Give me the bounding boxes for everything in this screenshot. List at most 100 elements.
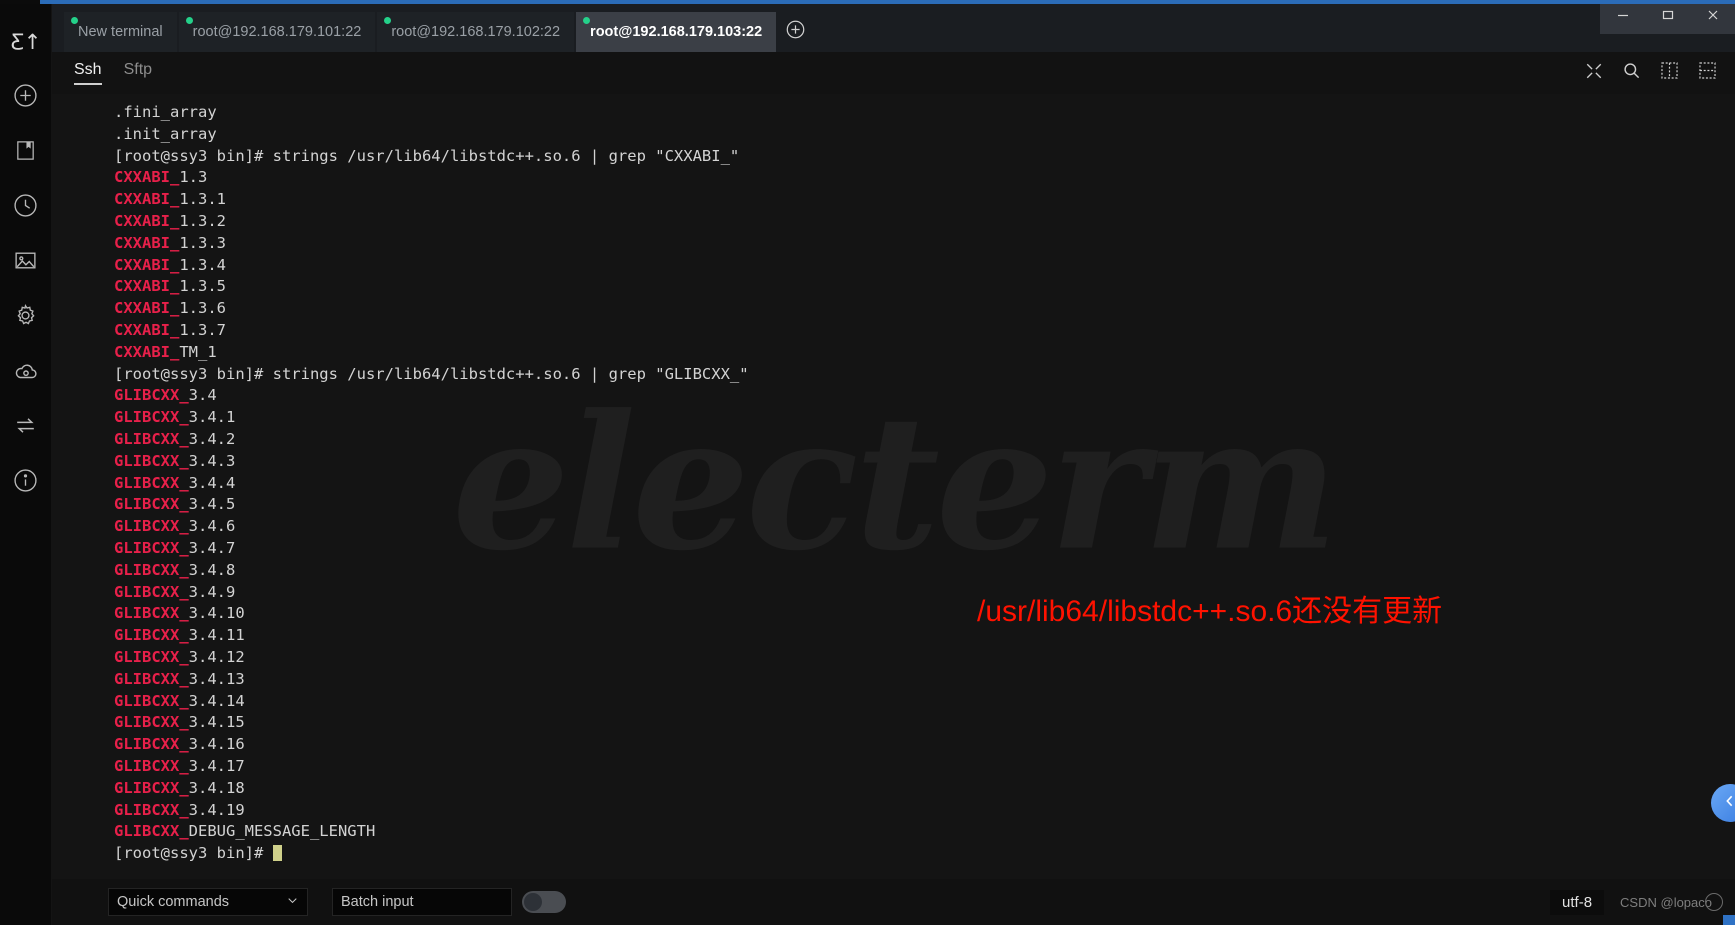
terminal-line: GLIBCXX_3.4.12: [114, 647, 245, 666]
titlebar: New terminal root@192.168.179.101:22 roo…: [52, 0, 1735, 52]
grep-match: GLIBCXX_: [114, 582, 189, 601]
sidebar-item-settings[interactable]: [0, 288, 52, 343]
minimize-icon: [1616, 8, 1630, 27]
batch-input-field[interactable]: Batch input: [332, 888, 512, 916]
minimize-button[interactable]: [1600, 0, 1645, 34]
terminal-line: [root@ssy3 bin]# strings /usr/lib64/libs…: [114, 364, 749, 383]
terminal-line: CXXABI_1.3.3: [114, 233, 226, 252]
terminal-line: [root@ssy3 bin]# strings /usr/lib64/libs…: [114, 146, 740, 165]
tab-label: root@192.168.179.103:22: [590, 24, 763, 40]
clock-icon: [13, 193, 38, 218]
grep-match: GLIBCXX_: [114, 604, 189, 623]
terminal-line: GLIBCXX_3.4.16: [114, 735, 245, 754]
bookmark-icon: [14, 139, 37, 162]
gear-icon: [13, 303, 38, 328]
grep-match: GLIBCXX_: [114, 647, 189, 666]
terminal-line: CXXABI_1.3.2: [114, 211, 226, 230]
bottom-corner-accent: [1723, 915, 1735, 925]
status-dot-icon: [185, 17, 193, 24]
session-type-tabs: Ssh Sftp: [74, 61, 152, 85]
sidebar-item-transfer[interactable]: [0, 398, 52, 453]
grep-match: CXXABI_: [114, 211, 180, 230]
grep-match: CXXABI_: [114, 299, 180, 318]
maximize-button[interactable]: [1645, 0, 1690, 34]
terminal-tab-active[interactable]: root@192.168.179.103:22: [576, 12, 777, 52]
terminal-line: GLIBCXX_3.4.18: [114, 778, 245, 797]
terminal-line: CXXABI_1.3.5: [114, 277, 226, 296]
toggle-knob: [524, 893, 542, 911]
sidebar-item-theme[interactable]: [0, 233, 52, 288]
main-row: Ƹ↑ New terminal root@192.168.179.101:22 …: [0, 0, 1735, 925]
quick-commands-label: Quick commands: [117, 894, 230, 910]
terminal-line: CXXABI_1.3.6: [114, 299, 226, 318]
encoding-selector[interactable]: utf-8: [1550, 889, 1605, 915]
grep-match: GLIBCXX_: [114, 669, 189, 688]
terminal-tab[interactable]: root@192.168.179.101:22: [178, 12, 376, 52]
grep-match: CXXABI_: [114, 342, 180, 361]
cloud-icon: [13, 358, 39, 384]
terminal-line: GLIBCXX_3.4.3: [114, 451, 236, 470]
terminal-tab[interactable]: root@192.168.179.102:22: [377, 12, 575, 52]
batch-input-placeholder: Batch input: [341, 894, 414, 910]
terminal-line: GLIBCXX_3.4.6: [114, 517, 236, 536]
terminal-line: [root@ssy3 bin]#: [114, 843, 1735, 865]
terminal-line: GLIBCXX_3.4.13: [114, 669, 245, 688]
terminal-line: GLIBCXX_3.4.5: [114, 495, 236, 514]
terminal-line: GLIBCXX_3.4.19: [114, 800, 245, 819]
sidebar-item-bookmarks[interactable]: [0, 123, 52, 178]
terminal-line: GLIBCXX_3.4.14: [114, 691, 245, 710]
grep-match: GLIBCXX_: [114, 408, 189, 427]
chevron-down-icon: [286, 894, 299, 911]
grep-match: GLIBCXX_: [114, 756, 189, 775]
grep-match: GLIBCXX_: [114, 538, 189, 557]
window-controls: [1600, 0, 1735, 34]
split-horizontal-button[interactable]: [1698, 61, 1717, 85]
plus-circle-icon: [785, 19, 806, 45]
grep-match: GLIBCXX_: [114, 495, 189, 514]
plus-circle-icon: [13, 83, 38, 108]
sidebar-item-about[interactable]: [0, 453, 52, 508]
grep-match: GLIBCXX_: [114, 735, 189, 754]
terminal-line: CXXABI_1.3.4: [114, 255, 226, 274]
grep-match: GLIBCXX_: [114, 386, 189, 405]
tab-ssh[interactable]: Ssh: [74, 61, 102, 85]
electerm-window: Ƹ↑ New terminal root@192.168.179.101:22 …: [0, 0, 1735, 925]
tab-strip: New terminal root@192.168.179.101:22 roo…: [52, 8, 812, 52]
batch-input-toggle[interactable]: [522, 891, 566, 913]
transfer-icon: [13, 413, 38, 438]
terminal-output[interactable]: .fini_array .init_array [root@ssy3 bin]# s…: [52, 94, 1735, 865]
terminal-line: GLIBCXX_3.4.7: [114, 538, 236, 557]
terminal-line: .init_array: [114, 124, 217, 143]
terminal-line: GLIBCXX_3.4.9: [114, 582, 236, 601]
terminal-panel[interactable]: electerm .fini_array .init_array [root@ssy…: [52, 94, 1735, 879]
sidebar-item-sync[interactable]: [0, 343, 52, 398]
split-horizontal-icon: [1698, 61, 1717, 85]
add-tab-button[interactable]: [778, 12, 812, 52]
terminal-toolbar: [1585, 61, 1717, 85]
bottom-bar: Quick commands Batch input utf-8 CSDN @l…: [52, 879, 1735, 925]
terminal-line: GLIBCXX_3.4.17: [114, 756, 245, 775]
grep-match: CXXABI_: [114, 168, 180, 187]
fullscreen-button[interactable]: [1585, 62, 1603, 85]
tab-label: root@192.168.179.101:22: [192, 24, 362, 40]
terminal-line: CXXABI_1.3.1: [114, 190, 226, 209]
sidebar-rail: Ƹ↑: [0, 0, 52, 925]
split-vertical-button[interactable]: [1660, 61, 1679, 85]
grep-match: GLIBCXX_: [114, 800, 189, 819]
terminal-tab[interactable]: New terminal: [64, 12, 177, 52]
grep-match: GLIBCXX_: [114, 473, 189, 492]
tab-sftp[interactable]: Sftp: [124, 61, 152, 85]
terminal-line: GLIBCXX_3.4.8: [114, 560, 236, 579]
quick-commands-select[interactable]: Quick commands: [108, 888, 308, 916]
grep-match: GLIBCXX_: [114, 778, 189, 797]
terminal-line: CXXABI_TM_1: [114, 342, 217, 361]
search-button[interactable]: [1622, 61, 1641, 85]
sidebar-item-new[interactable]: [0, 68, 52, 123]
status-dot-icon: [71, 17, 78, 24]
sidebar-item-history[interactable]: [0, 178, 52, 233]
close-button[interactable]: [1690, 0, 1735, 34]
terminal-line: GLIBCXX_3.4.15: [114, 713, 245, 732]
content-column: New terminal root@192.168.179.101:22 roo…: [52, 0, 1735, 925]
tab-label: New terminal: [78, 24, 163, 40]
grep-match: GLIBCXX_: [114, 451, 189, 470]
